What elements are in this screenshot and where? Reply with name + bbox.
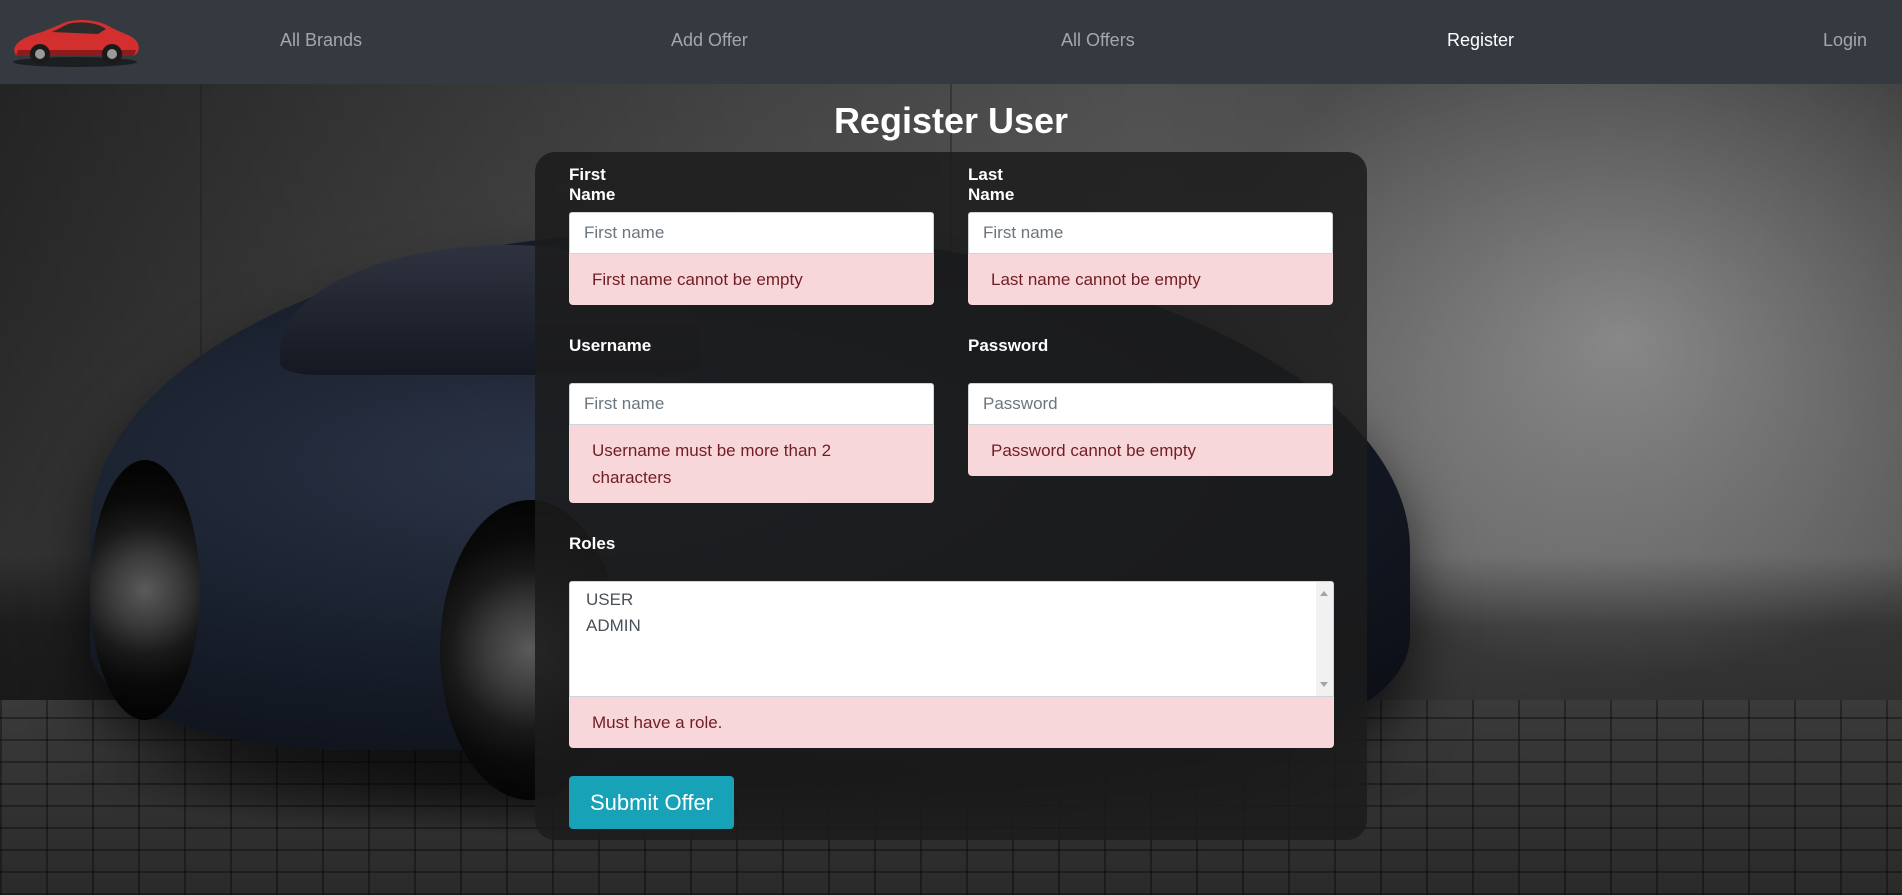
nav-add-offer[interactable]: Add Offer — [671, 30, 748, 51]
last-name-error: Last name cannot be empty — [968, 254, 1333, 305]
top-navbar: All Brands Add Offer All Offers Register… — [0, 0, 1902, 84]
scroll-down-arrow-icon[interactable] — [1320, 682, 1328, 687]
background-car-wheel — [90, 460, 200, 720]
page-title: Register User — [833, 100, 1069, 141]
role-option-user[interactable]: USER — [586, 590, 633, 610]
register-form: First Name First name cannot be empty La… — [535, 152, 1367, 840]
roles-scrollbar[interactable] — [1316, 582, 1333, 696]
username-error: Username must be more than 2 characters — [569, 425, 934, 503]
username-label: Username — [569, 336, 652, 355]
password-label: Password — [968, 336, 1049, 355]
last-name-label: Last Name — [968, 165, 1015, 204]
username-input[interactable] — [569, 383, 934, 425]
nav-all-offers[interactable]: All Offers — [1061, 30, 1135, 51]
roles-multiselect[interactable]: USER ADMIN — [569, 581, 1334, 697]
password-error: Password cannot be empty — [968, 425, 1333, 476]
scroll-up-arrow-icon[interactable] — [1320, 591, 1328, 596]
first-name-label: First Name — [569, 165, 616, 204]
password-input[interactable] — [968, 383, 1333, 425]
first-name-error: First name cannot be empty — [569, 254, 934, 305]
car-logo[interactable] — [8, 10, 142, 70]
role-option-admin[interactable]: ADMIN — [586, 616, 641, 636]
submit-offer-button[interactable]: Submit Offer — [569, 776, 734, 829]
car-logo-icon — [13, 20, 139, 67]
nav-register[interactable]: Register — [1447, 30, 1514, 51]
nav-all-brands[interactable]: All Brands — [280, 30, 362, 51]
last-name-input[interactable] — [968, 212, 1333, 254]
roles-label: Roles — [569, 534, 616, 553]
nav-login[interactable]: Login — [1823, 30, 1867, 51]
first-name-input[interactable] — [569, 212, 934, 254]
roles-error: Must have a role. — [569, 697, 1334, 748]
